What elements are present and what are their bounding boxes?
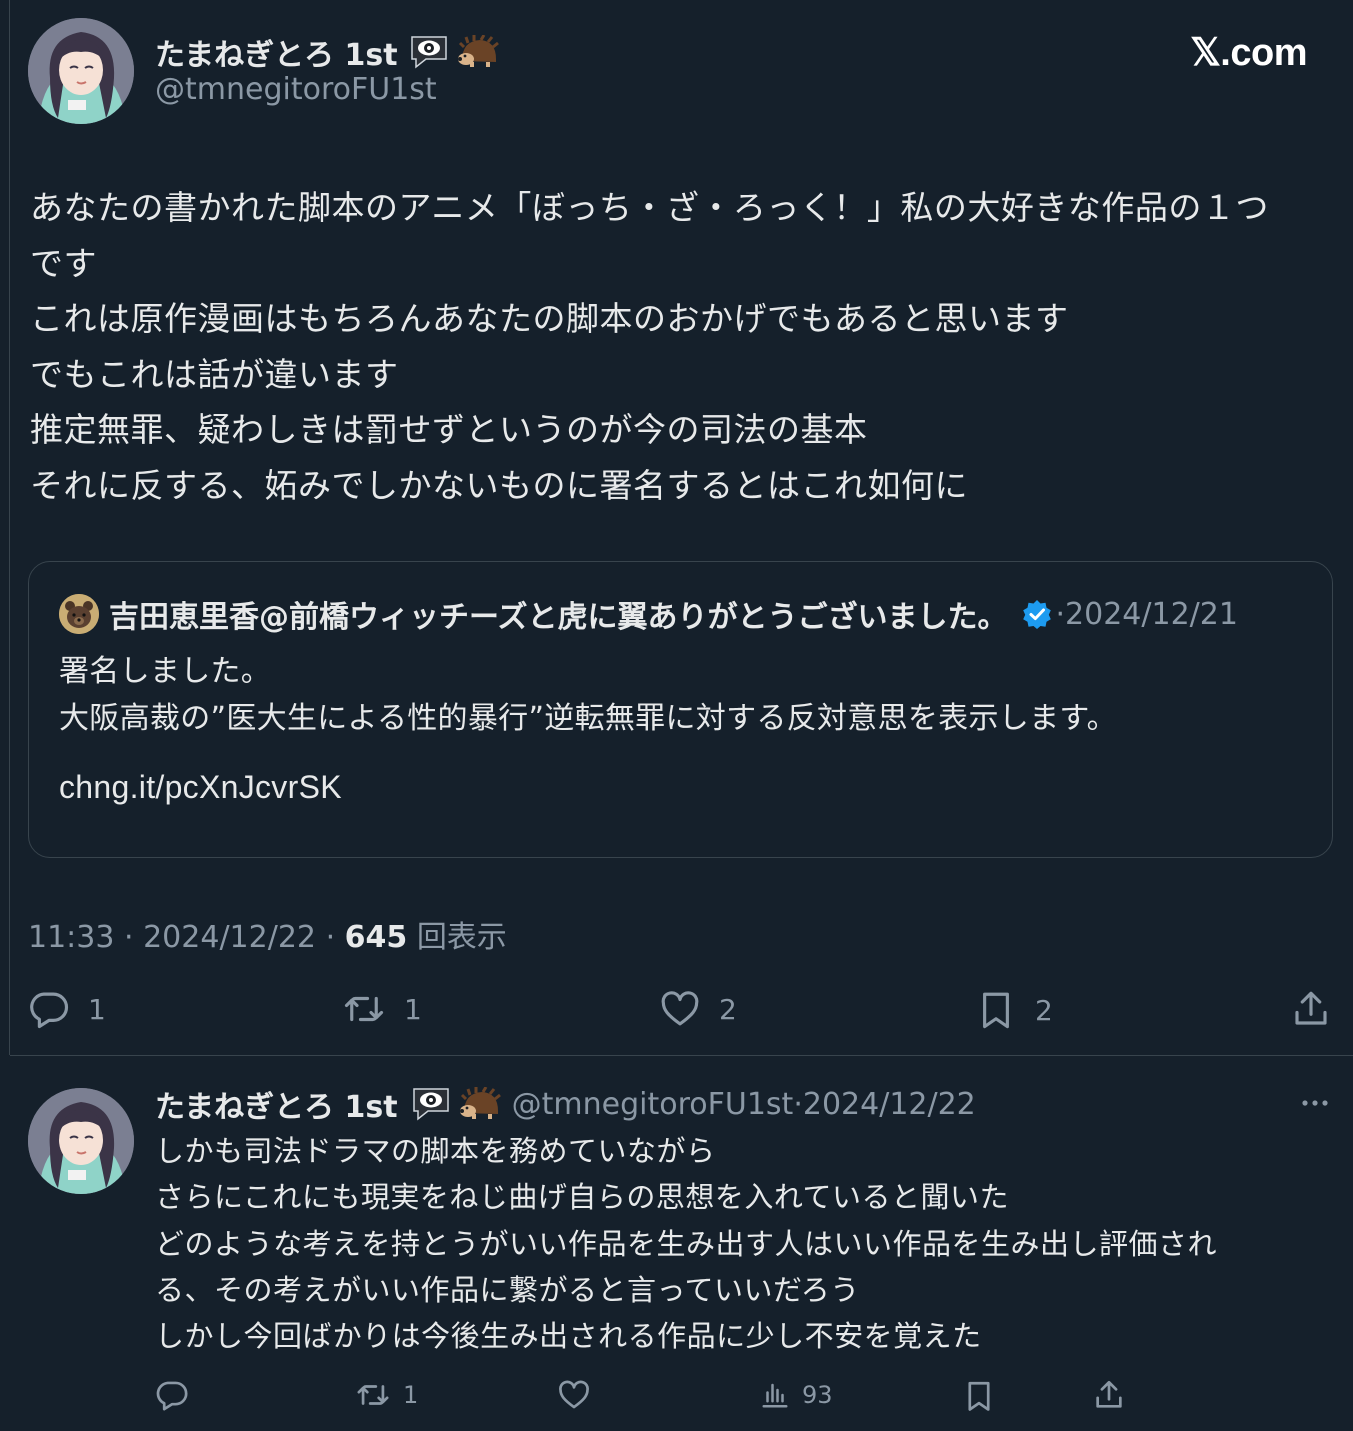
avatar-illustration bbox=[28, 1088, 134, 1194]
reply-text-line: さらにこれにも現実をねじ曲げ自らの思想を入れていると聞いた bbox=[155, 1180, 1010, 1215]
reply-text-line: どのような考えを持とうがいい作品を生み出す人はいい作品を生み出し評価され bbox=[155, 1226, 1218, 1261]
analytics-icon bbox=[762, 1383, 788, 1408]
bookmark-icon bbox=[968, 1381, 990, 1411]
author-display-name[interactable]: たまねぎとろ 1st bbox=[155, 30, 500, 74]
quoted-tweet-date: 2024/12/21 bbox=[1065, 596, 1238, 632]
retweet-icon bbox=[357, 1385, 389, 1405]
name-emoji bbox=[410, 1085, 502, 1123]
author-handle[interactable]: @tmnegitoroFU1st bbox=[155, 72, 437, 107]
tweet-text-line: あなたの書かれた脚本のアニメ「ぼっち・ざ・ろっく！」私の大好きな作品の１つ bbox=[30, 188, 1269, 227]
bookmark-button[interactable] bbox=[962, 1378, 996, 1414]
dot-separator: · bbox=[124, 920, 144, 955]
bookmark-button[interactable]: 2 bbox=[975, 988, 1053, 1032]
tweet-metadata: 11:33 · 2024/12/22 · 645 回表示 bbox=[28, 912, 507, 956]
tweet-text-line: それに反する、妬みでしかないものに署名するとはこれ如何に bbox=[30, 465, 968, 505]
share-button[interactable] bbox=[1290, 988, 1332, 1030]
avatar-illustration bbox=[28, 18, 134, 124]
reply-author-avatar[interactable] bbox=[28, 1088, 134, 1194]
views-button[interactable]: 93 bbox=[760, 1378, 833, 1412]
tweet-divider bbox=[10, 1055, 1353, 1056]
like-button[interactable] bbox=[557, 1378, 591, 1412]
bookmark-icon bbox=[983, 992, 1009, 1029]
share-icon bbox=[1096, 1380, 1122, 1408]
quoted-text-line: 大阪高裁の”医大生による性的暴行”逆転無罪に対する反対意思を表示します。 bbox=[59, 701, 1117, 736]
tweet-date[interactable]: 2024/12/22 bbox=[143, 920, 316, 955]
more-options-button[interactable] bbox=[1299, 1090, 1331, 1120]
tweet-time[interactable]: 11:33 bbox=[28, 920, 114, 955]
tweet-text-line: 推定無罪、疑わしきは罰せずというのが今の司法の基本 bbox=[30, 410, 868, 449]
reply-date[interactable]: 2024/12/22 bbox=[803, 1087, 976, 1122]
reply-button[interactable]: 1 bbox=[28, 988, 106, 1030]
dot-separator: · bbox=[1055, 596, 1066, 632]
retweet-button[interactable]: 1 bbox=[355, 1378, 418, 1412]
display-name-text: たまねぎとろ 1st bbox=[155, 38, 398, 73]
quoted-tweet-link[interactable]: chng.it/pcXnJcvrSK bbox=[59, 764, 1117, 811]
quoted-tweet-header: 吉田恵里香@前橋ウィッチーズと虎に翼ありがとうございました。 · 2024/12… bbox=[59, 592, 1238, 636]
dot-separator: · bbox=[325, 920, 345, 955]
eye-speech-bubble-icon bbox=[412, 1088, 449, 1121]
quoted-author-avatar bbox=[59, 594, 99, 634]
author-avatar[interactable] bbox=[28, 18, 134, 124]
tweet-text: あなたの書かれた脚本のアニメ「ぼっち・ざ・ろっく！」私の大好きな作品の１つ です… bbox=[30, 180, 1335, 513]
reply-author-display-name[interactable]: たまねぎとろ 1st bbox=[155, 1082, 398, 1126]
like-count: 2 bbox=[719, 992, 737, 1026]
retweet-count: 1 bbox=[404, 992, 422, 1026]
eye-speech-bubble-icon bbox=[410, 36, 447, 69]
reply-text-line: しかし今回ばかりは今後生み出される作品に少し不安を覚えた bbox=[155, 1319, 982, 1354]
quoted-text-line: 署名しました。 bbox=[59, 654, 272, 689]
reply-button[interactable] bbox=[155, 1378, 189, 1412]
x-com-brand[interactable]: 𝕏.com bbox=[1190, 30, 1307, 75]
verified-badge-icon bbox=[1022, 599, 1052, 629]
heart-icon bbox=[559, 1380, 589, 1409]
reply-icon bbox=[156, 1381, 188, 1411]
name-emoji bbox=[408, 33, 500, 71]
tweet-text-line: です bbox=[30, 243, 97, 283]
hedgehog-icon bbox=[459, 1087, 501, 1119]
reply-text-line: る、その考えがいい作品に繋がると言っていいだろう bbox=[155, 1272, 860, 1307]
quoted-author-display-name: 吉田恵里香@前橋ウィッチーズと虎に翼ありがとうございました。 bbox=[109, 600, 1008, 635]
heart-icon bbox=[661, 991, 699, 1026]
quoted-tweet-card[interactable]: 吉田恵里香@前橋ウィッチーズと虎に翼ありがとうございました。 · 2024/12… bbox=[28, 561, 1333, 858]
reply-text-line: しかも司法ドラマの脚本を務めていながら bbox=[155, 1134, 716, 1168]
retweet-count: 1 bbox=[403, 1381, 419, 1409]
views-count: 93 bbox=[802, 1381, 833, 1409]
reply-count: 1 bbox=[88, 992, 106, 1026]
reply-icon bbox=[30, 992, 69, 1029]
bookmark-count: 2 bbox=[1035, 993, 1053, 1027]
quoted-tweet-text: 署名しました。 大阪高裁の”医大生による性的暴行”逆転無罪に対する反対意思を表示… bbox=[59, 648, 1117, 811]
bear-avatar-illustration bbox=[59, 594, 99, 634]
thread-border bbox=[9, 0, 10, 1055]
retweet-icon bbox=[344, 996, 384, 1022]
hedgehog-icon bbox=[457, 35, 499, 67]
dot-separator: · bbox=[793, 1086, 803, 1122]
tweet-text-line: これは原作漫画はもちろんあなたの脚本のおかげでもあると思います bbox=[30, 299, 1069, 338]
reply-author-handle[interactable]: @tmnegitoroFU1st bbox=[512, 1087, 794, 1122]
views-label: 回表示 bbox=[416, 920, 507, 955]
like-button[interactable]: 2 bbox=[659, 988, 737, 1030]
tweet-text-line: でもこれは話が違います bbox=[30, 354, 399, 394]
reply-text: しかも司法ドラマの脚本を務めていながら さらにこれにも現実をねじ曲げ自らの思想を… bbox=[155, 1128, 1217, 1359]
reply-header: たまねぎとろ 1st @tmnegitoroFU1st · 2024/12/22 bbox=[155, 1082, 976, 1126]
views-count: 645 bbox=[344, 920, 408, 955]
more-icon bbox=[1302, 1100, 1328, 1106]
retweet-button[interactable]: 1 bbox=[342, 988, 422, 1030]
share-button[interactable] bbox=[1092, 1378, 1126, 1412]
share-icon bbox=[1295, 991, 1327, 1025]
